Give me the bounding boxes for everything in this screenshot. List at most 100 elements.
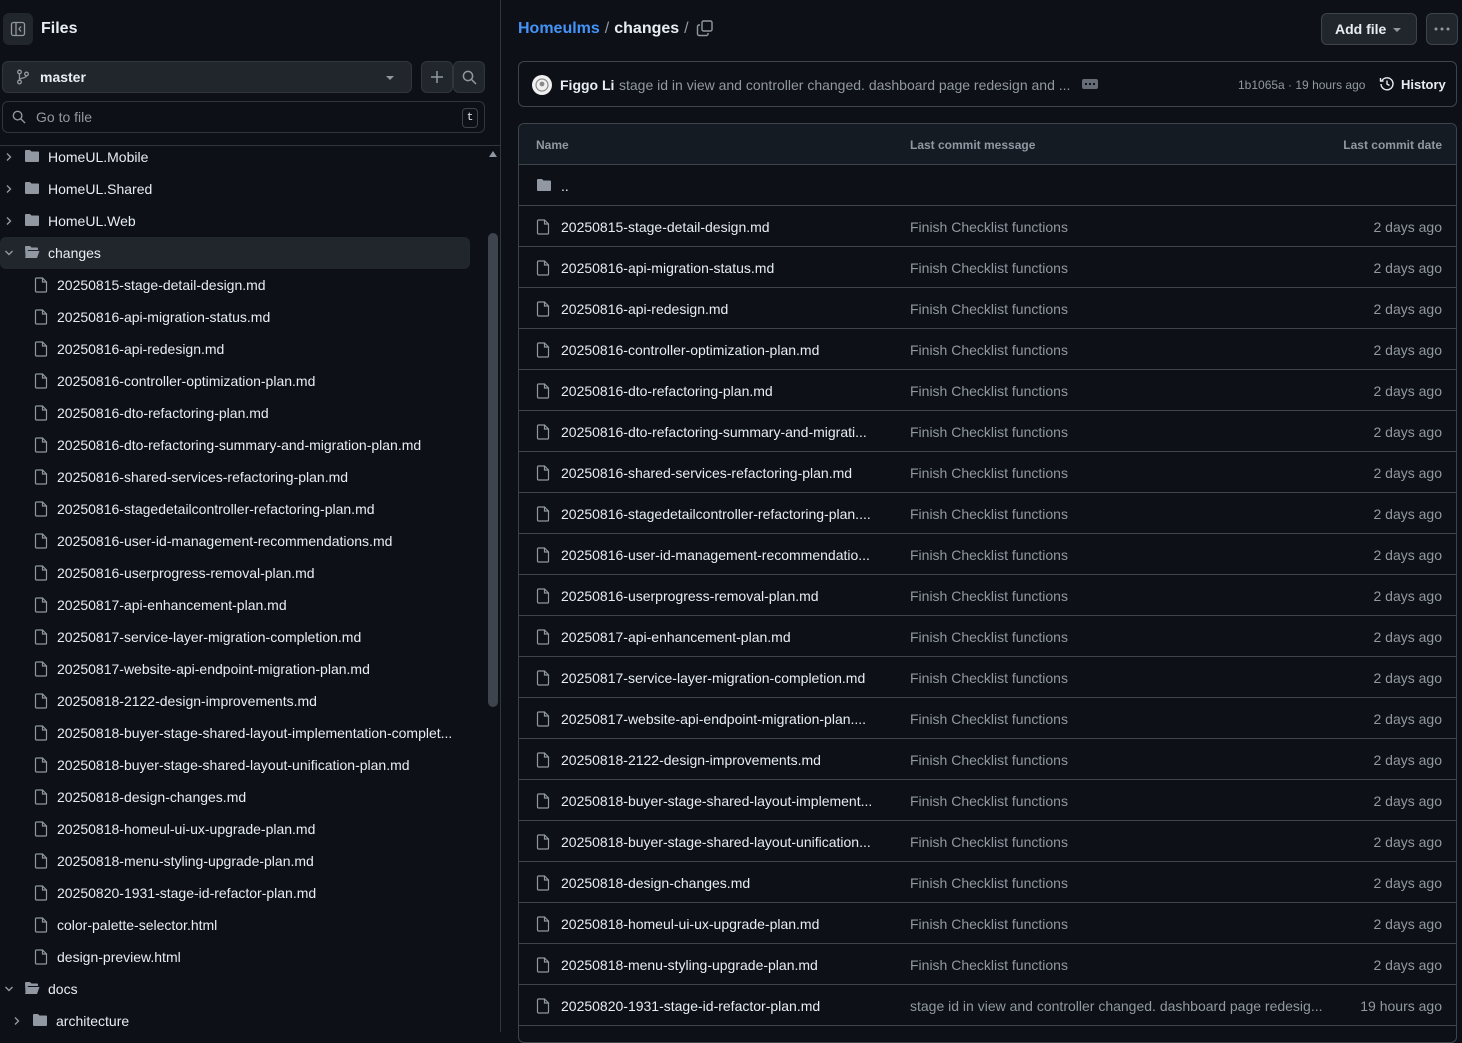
file-name-link[interactable]: 20250816-user-id-management-recommendati… — [561, 547, 879, 563]
tree-file-item[interactable]: 20250816-shared-services-refactoring-pla… — [0, 461, 470, 493]
file-row[interactable]: 20250815-stage-detail-design.md Finish Ch… — [519, 206, 1456, 247]
tree-file-item[interactable]: 20250818-homeul-ui-ux-upgrade-plan.md — [0, 813, 470, 845]
file-row[interactable]: 20250816-stagedetailcontroller-refactori… — [519, 493, 1456, 534]
chevron-down-icon[interactable] — [3, 247, 15, 259]
commit-message-link[interactable]: Finish Checklist functions — [910, 711, 1330, 727]
tree-file-item[interactable]: 20250815-stage-detail-design.md — [0, 269, 470, 301]
avatar[interactable] — [532, 75, 552, 95]
file-row[interactable]: 20250818-buyer-stage-shared-layout-unifi… — [519, 821, 1456, 862]
tree-file-item[interactable]: color-palette-selector.html — [0, 909, 470, 941]
file-name-link[interactable]: 20250818-buyer-stage-shared-layout-imple… — [561, 793, 879, 809]
file-name-link[interactable]: 20250816-dto-refactoring-summary-and-mig… — [561, 424, 879, 440]
file-row[interactable]: 20250818-2122-design-improvements.md Fini… — [519, 739, 1456, 780]
tree-file-item[interactable]: 20250818-design-changes.md — [0, 781, 470, 813]
commit-message-link[interactable]: Finish Checklist functions — [910, 465, 1330, 481]
file-row[interactable]: 20250816-userprogress-removal-plan.md Fin… — [519, 575, 1456, 616]
tree-file-item[interactable]: 20250818-buyer-stage-shared-layout-imple… — [0, 717, 470, 749]
chevron-down-icon[interactable] — [3, 983, 15, 995]
go-to-file-field[interactable]: t — [2, 101, 485, 133]
breadcrumb-repo-link[interactable]: Homeulms — [518, 20, 600, 38]
file-row[interactable]: 20250818-menu-styling-upgrade-plan.md Fin… — [519, 944, 1456, 985]
file-name-link[interactable]: 20250818-homeul-ui-ux-upgrade-plan.md — [561, 916, 879, 932]
commit-message-link[interactable]: Finish Checklist functions — [910, 670, 1330, 686]
tree-folder-item[interactable]: architecture — [0, 1005, 470, 1032]
commit-message-link[interactable]: Finish Checklist functions — [910, 752, 1330, 768]
commit-hash-time[interactable]: 1b1065a · 19 hours ago — [1238, 78, 1365, 92]
tree-file-item[interactable]: 20250816-dto-refactoring-summary-and-mig… — [0, 429, 470, 461]
tree-folder-item[interactable]: HomeUL.Mobile — [0, 141, 470, 173]
commit-message-link[interactable]: Finish Checklist functions — [910, 219, 1330, 235]
file-name-link[interactable]: 20250816-shared-services-refactoring-pla… — [561, 465, 879, 481]
collapse-sidebar-button[interactable] — [3, 13, 33, 45]
file-row[interactable]: 20250818-homeul-ui-ux-upgrade-plan.md Fin… — [519, 903, 1456, 944]
tree-file-item[interactable]: 20250820-1931-stage-id-refactor-plan.md — [0, 877, 470, 909]
commit-message-link[interactable]: Finish Checklist functions — [910, 875, 1330, 891]
commit-message-link[interactable]: Finish Checklist functions — [910, 793, 1330, 809]
file-name-link[interactable]: 20250818-menu-styling-upgrade-plan.md — [561, 957, 879, 973]
add-file-button[interactable]: Add file — [1321, 13, 1417, 45]
file-row[interactable]: 20250818-buyer-stage-shared-layout-imple… — [519, 780, 1456, 821]
scroll-up-arrow-icon[interactable] — [488, 150, 498, 158]
tree-file-item[interactable]: 20250818-2122-design-improvements.md — [0, 685, 470, 717]
file-name-link[interactable]: 20250818-design-changes.md — [561, 875, 879, 891]
chevron-right-icon[interactable] — [3, 151, 15, 163]
more-options-button[interactable] — [1426, 13, 1458, 45]
file-name-link[interactable]: 20250820-1931-stage-id-refactor-plan.md — [561, 998, 879, 1014]
go-to-file-input[interactable] — [34, 108, 438, 126]
commit-message-link[interactable]: Finish Checklist functions — [910, 629, 1330, 645]
commit-message-link[interactable]: Finish Checklist functions — [910, 506, 1330, 522]
history-button[interactable]: History — [1379, 76, 1446, 92]
commit-message-link[interactable]: Finish Checklist functions — [910, 588, 1330, 604]
tree-file-item[interactable]: 20250817-service-layer-migration-complet… — [0, 621, 470, 653]
file-name-link[interactable]: 20250816-controller-optimization-plan.md — [561, 342, 879, 358]
tree-file-item[interactable]: 20250817-api-enhancement-plan.md — [0, 589, 470, 621]
tree-file-item[interactable]: 20250816-dto-refactoring-plan.md — [0, 397, 470, 429]
file-name-link[interactable]: 20250816-stagedetailcontroller-refactori… — [561, 506, 879, 522]
tree-file-item[interactable]: design-preview.html — [0, 941, 470, 973]
tree-folder-item[interactable]: docs — [0, 973, 470, 1005]
file-row[interactable]: 20250817-service-layer-migration-complet… — [519, 657, 1456, 698]
tree-file-item[interactable]: 20250816-stagedetailcontroller-refactori… — [0, 493, 470, 525]
tree-file-item[interactable]: 20250816-controller-optimization-plan.md — [0, 365, 470, 397]
commit-message-link[interactable]: Finish Checklist functions — [910, 301, 1330, 317]
tree-file-item[interactable]: 20250817-website-api-endpoint-migration-… — [0, 653, 470, 685]
chevron-right-icon[interactable] — [3, 183, 15, 195]
expand-commit-message-button[interactable] — [1082, 79, 1098, 89]
tree-file-item[interactable]: 20250818-menu-styling-upgrade-plan.md — [0, 845, 470, 877]
file-row[interactable]: 20250820-1931-stage-id-refactor-plan.md s… — [519, 985, 1456, 1026]
tree-scrollbar-thumb[interactable] — [488, 233, 498, 707]
commit-message-link[interactable]: Finish Checklist functions — [910, 260, 1330, 276]
commit-message-link[interactable]: stage id in view and controller changed.… — [910, 998, 1330, 1014]
file-row[interactable]: 20250816-user-id-management-recommendati… — [519, 534, 1456, 575]
parent-directory-row[interactable]: .. — [519, 165, 1456, 206]
tree-file-item[interactable]: 20250816-user-id-management-recommendati… — [0, 525, 470, 557]
file-name-link[interactable]: 20250818-buyer-stage-shared-layout-unifi… — [561, 834, 879, 850]
chevron-right-icon[interactable] — [3, 215, 15, 227]
file-row[interactable]: 20250816-dto-refactoring-summary-and-mig… — [519, 411, 1456, 452]
commit-message-link[interactable]: Finish Checklist functions — [910, 916, 1330, 932]
file-name-link[interactable]: 20250816-api-migration-status.md — [561, 260, 879, 276]
commit-message-link[interactable]: Finish Checklist functions — [910, 342, 1330, 358]
file-name-link[interactable]: 20250817-website-api-endpoint-migration-… — [561, 711, 879, 727]
parent-directory-link[interactable]: .. — [561, 178, 879, 194]
file-row[interactable]: 20250818-design-changes.md Finish Checkli… — [519, 862, 1456, 903]
chevron-right-icon[interactable] — [11, 1015, 23, 1027]
tree-file-item[interactable]: 20250818-buyer-stage-shared-layout-unifi… — [0, 749, 470, 781]
commit-message-link[interactable]: Finish Checklist functions — [910, 383, 1330, 399]
file-name-link[interactable]: 20250817-api-enhancement-plan.md — [561, 629, 879, 645]
tree-file-item[interactable]: 20250816-userprogress-removal-plan.md — [0, 557, 470, 589]
file-row[interactable]: 20250816-api-redesign.md Finish Checklist… — [519, 288, 1456, 329]
file-row[interactable]: 20250816-shared-services-refactoring-pla… — [519, 452, 1456, 493]
file-row[interactable]: 20250817-api-enhancement-plan.md Finish C… — [519, 616, 1456, 657]
file-name-link[interactable]: 20250816-api-redesign.md — [561, 301, 879, 317]
file-name-link[interactable]: 20250815-stage-detail-design.md — [561, 219, 879, 235]
tree-folder-item[interactable]: HomeUL.Web — [0, 205, 470, 237]
file-row[interactable]: 20250816-api-migration-status.md Finish C… — [519, 247, 1456, 288]
tree-folder-item[interactable]: changes — [0, 237, 470, 269]
file-row[interactable]: 20250816-dto-refactoring-plan.md Finish C… — [519, 370, 1456, 411]
commit-message-link[interactable]: Finish Checklist functions — [910, 834, 1330, 850]
copy-path-button[interactable] — [696, 19, 714, 37]
commit-message[interactable]: stage id in view and controller changed.… — [619, 77, 1071, 93]
tree-file-item[interactable]: 20250816-api-migration-status.md — [0, 301, 470, 333]
commit-message-link[interactable]: Finish Checklist functions — [910, 547, 1330, 563]
